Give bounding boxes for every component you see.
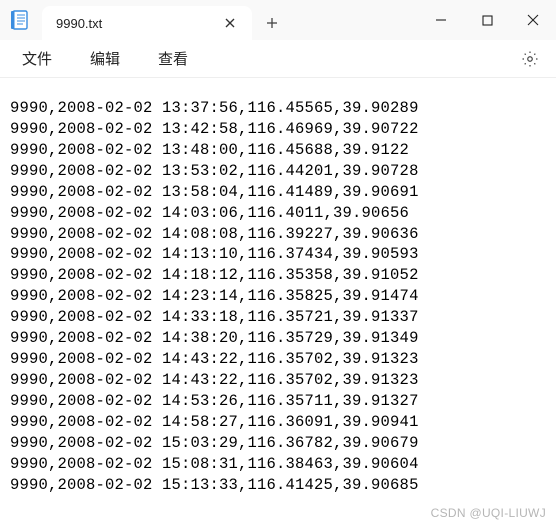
close-window-button[interactable] xyxy=(510,0,556,40)
notepad-icon xyxy=(8,8,32,32)
titlebar: 9990.txt xyxy=(0,0,556,40)
text-line: 9990,2008-02-02 14:08:08,116.39227,39.90… xyxy=(10,224,546,245)
text-line: 9990,2008-02-02 13:48:00,116.45688,39.91… xyxy=(10,140,546,161)
menu-file[interactable]: 文件 xyxy=(12,44,62,73)
text-line: 9990,2008-02-02 14:38:20,116.35729,39.91… xyxy=(10,328,546,349)
menubar: 文件 编辑 查看 xyxy=(0,40,556,78)
text-line: 9990,2008-02-02 15:13:33,116.41425,39.90… xyxy=(10,475,546,496)
text-line: 9990,2008-02-02 14:13:10,116.37434,39.90… xyxy=(10,244,546,265)
new-tab-button[interactable] xyxy=(252,6,292,40)
text-line: 9990,2008-02-02 13:42:58,116.46969,39.90… xyxy=(10,119,546,140)
text-line: 9990,2008-02-02 14:18:12,116.35358,39.91… xyxy=(10,265,546,286)
text-line: 9990,2008-02-02 13:53:02,116.44201,39.90… xyxy=(10,161,546,182)
text-line: 9990,2008-02-02 14:03:06,116.4011,39.906… xyxy=(10,203,546,224)
text-line: 9990,2008-02-02 14:58:27,116.36091,39.90… xyxy=(10,412,546,433)
settings-button[interactable] xyxy=(516,45,544,73)
window-controls xyxy=(418,0,556,40)
text-line: 9990,2008-02-02 14:23:14,116.35825,39.91… xyxy=(10,286,546,307)
text-line: 9990,2008-02-02 13:37:56,116.45565,39.90… xyxy=(10,98,546,119)
menu-edit[interactable]: 编辑 xyxy=(80,44,130,73)
menu-view[interactable]: 查看 xyxy=(148,44,198,73)
text-content[interactable]: 9990,2008-02-02 13:37:56,116.45565,39.90… xyxy=(0,78,556,526)
text-line: 9990,2008-02-02 13:58:04,116.41489,39.90… xyxy=(10,182,546,203)
text-line: 9990,2008-02-02 14:33:18,116.35721,39.91… xyxy=(10,307,546,328)
text-line: 9990,2008-02-02 14:53:26,116.35711,39.91… xyxy=(10,391,546,412)
text-line: 9990,2008-02-02 15:08:31,116.38463,39.90… xyxy=(10,454,546,475)
tab-active[interactable]: 9990.txt xyxy=(42,6,252,40)
watermark: CSDN @UQI-LIUWJ xyxy=(431,506,546,520)
tab-title: 9990.txt xyxy=(56,16,218,31)
maximize-button[interactable] xyxy=(464,0,510,40)
close-tab-button[interactable] xyxy=(218,11,242,35)
text-line: 9990,2008-02-02 15:03:29,116.36782,39.90… xyxy=(10,433,546,454)
text-line: 9990,2008-02-02 14:43:22,116.35702,39.91… xyxy=(10,349,546,370)
minimize-button[interactable] xyxy=(418,0,464,40)
text-line: 9990,2008-02-02 14:43:22,116.35702,39.91… xyxy=(10,370,546,391)
